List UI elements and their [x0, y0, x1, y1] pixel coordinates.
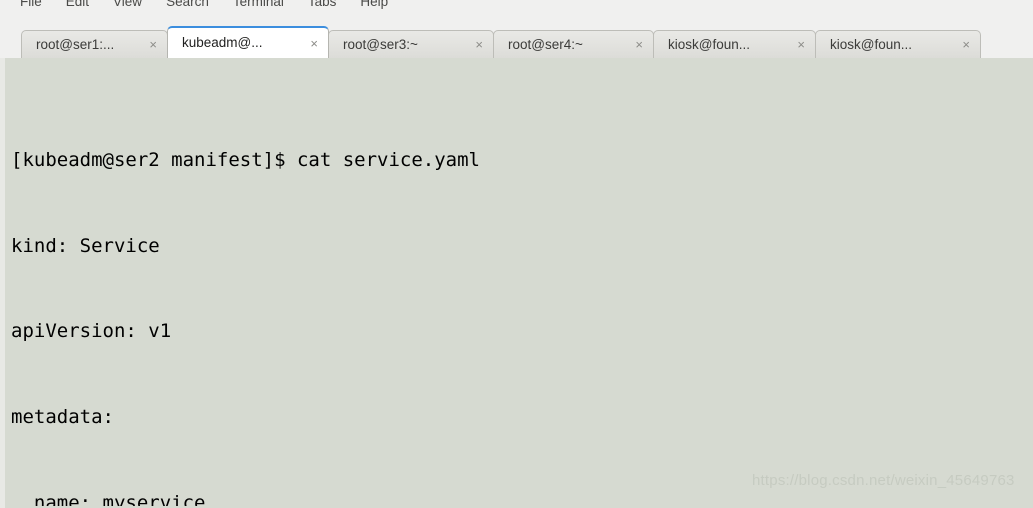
close-icon[interactable]: ×: [797, 38, 805, 51]
tab-root-ser4[interactable]: root@ser4:~ ×: [493, 30, 654, 58]
close-icon[interactable]: ×: [149, 38, 157, 51]
terminal-line-command-cat: [kubeadm@ser2 manifest]$ cat service.yam…: [11, 148, 480, 171]
tab-label: root@ser1:...: [36, 37, 115, 52]
terminal-line-apiversion: apiVersion: v1: [11, 320, 172, 343]
close-icon[interactable]: ×: [310, 37, 318, 50]
menu-item-view[interactable]: View: [113, 0, 142, 13]
menu-item-terminal[interactable]: Terminal: [233, 0, 284, 13]
menu-item-tabs[interactable]: Tabs: [308, 0, 337, 13]
tab-label: kiosk@foun...: [830, 37, 912, 52]
tab-kiosk-1[interactable]: kiosk@foun... ×: [653, 30, 816, 58]
close-icon[interactable]: ×: [635, 38, 643, 51]
close-icon[interactable]: ×: [475, 38, 483, 51]
tab-kiosk-2[interactable]: kiosk@foun... ×: [815, 30, 981, 58]
terminal-output[interactable]: [kubeadm@ser2 manifest]$ cat service.yam…: [11, 60, 1033, 506]
close-icon[interactable]: ×: [962, 38, 970, 51]
watermark: https://blog.csdn.net/weixin_45649763: [752, 472, 1015, 489]
tab-label: root@ser4:~: [508, 37, 583, 52]
tab-kubeadm[interactable]: kubeadm@... ×: [167, 26, 329, 58]
tab-root-ser1[interactable]: root@ser1:... ×: [21, 30, 168, 58]
menu-item-help[interactable]: Help: [360, 0, 388, 13]
terminal-frame: [kubeadm@ser2 manifest]$ cat service.yam…: [0, 58, 1033, 508]
terminal-line-kind: kind: Service: [11, 234, 160, 257]
tab-label: kiosk@foun...: [668, 37, 750, 52]
tab-label: root@ser3:~: [343, 37, 418, 52]
menu-item-search[interactable]: Search: [166, 0, 209, 13]
tab-root-ser3[interactable]: root@ser3:~ ×: [328, 30, 494, 58]
tab-label: kubeadm@...: [182, 36, 263, 50]
terminal-line-name: name: myservice: [11, 491, 206, 506]
menu-item-edit[interactable]: Edit: [66, 0, 89, 13]
menu-bar: File Edit View Search Terminal Tabs Help: [0, 0, 1033, 13]
terminal-line-metadata: metadata:: [11, 406, 114, 429]
terminal-window: File Edit View Search Terminal Tabs Help…: [0, 0, 1033, 508]
menu-item-file[interactable]: File: [20, 0, 42, 13]
tab-bar: root@ser1:... × kubeadm@... × root@ser3:…: [0, 14, 1033, 58]
